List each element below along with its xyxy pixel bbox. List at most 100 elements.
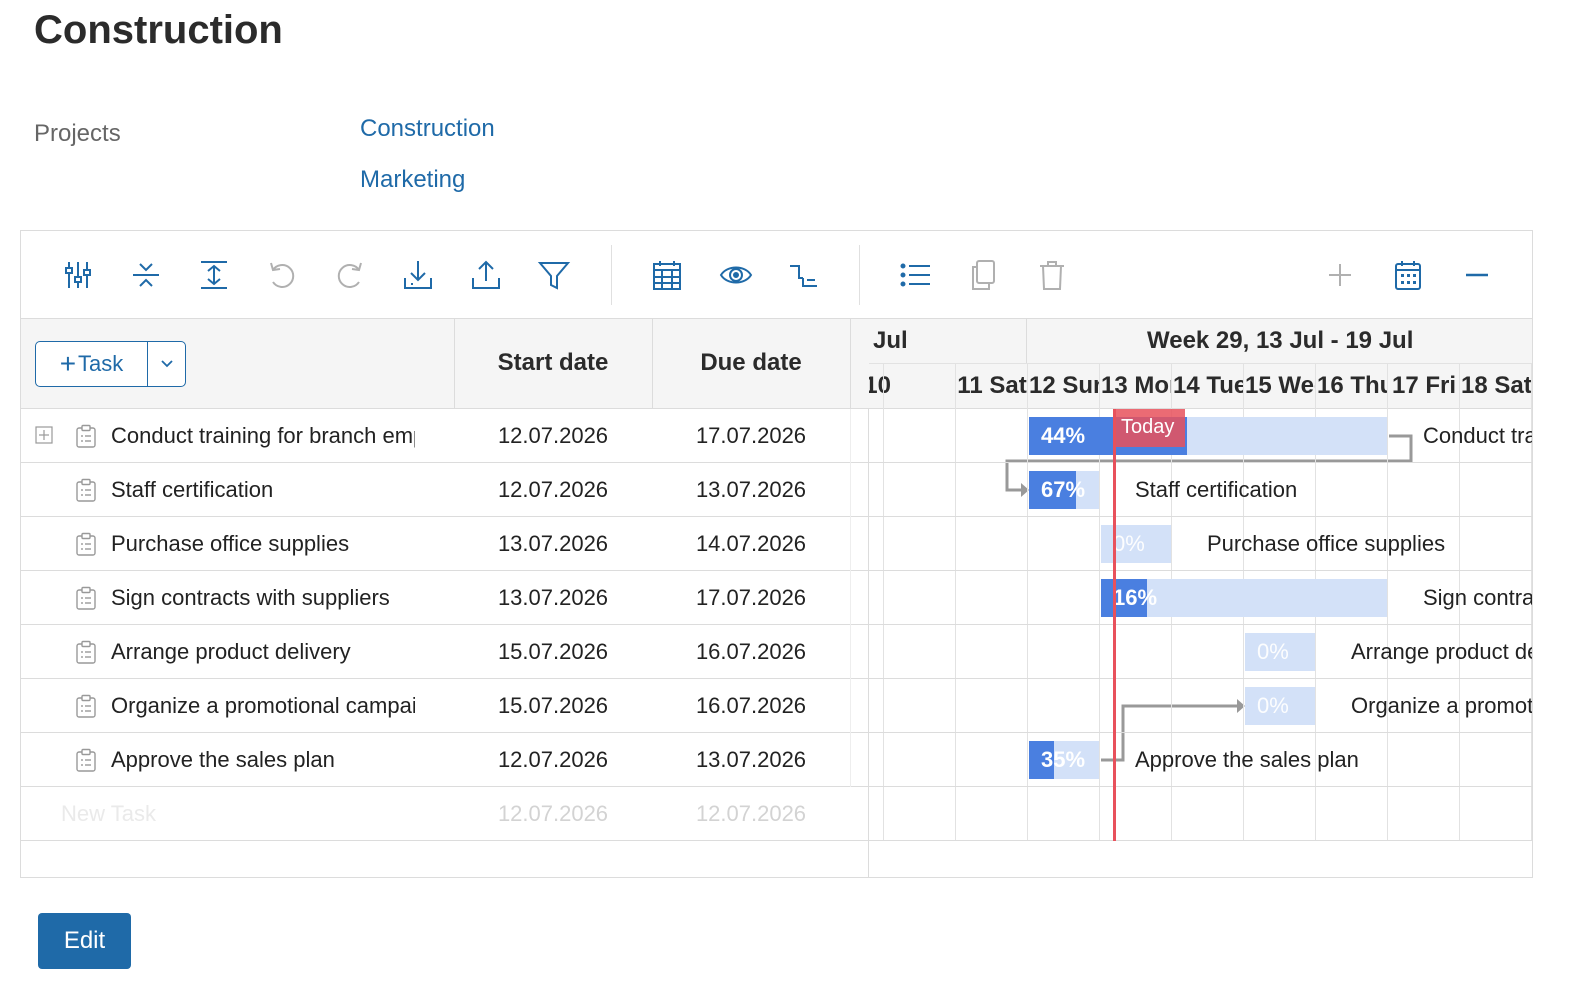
table-row[interactable]: Purchase office supplies 13.07.2026 14.07.…: [21, 517, 869, 571]
task-clipboard-icon: [75, 748, 97, 772]
gantt-toolbar: [21, 231, 1532, 319]
plus-icon: +: [59, 348, 77, 379]
task-clipboard-icon: [75, 640, 97, 664]
new-task-start-date[interactable]: 12.07.2026: [454, 801, 652, 827]
new-task-row[interactable]: New Task 12.07.2026 12.07.2026: [21, 787, 869, 841]
task-start-date[interactable]: 12.07.2026: [454, 477, 652, 503]
gantt-widget: + Task Start date Due date Conduct train…: [20, 230, 1533, 878]
timeline-day-label: 17 Fri: [1391, 372, 1457, 399]
gantt-bar-percent: 44%: [1041, 423, 1086, 448]
task-clipboard-icon: [75, 424, 97, 448]
gantt-bar-label: Purchase office supplies: [1207, 531, 1446, 556]
task-due-date[interactable]: 13.07.2026: [652, 477, 850, 503]
table-row[interactable]: Sign contracts with suppliers 13.07.2026 1…: [21, 571, 869, 625]
filter-icon[interactable]: [532, 253, 576, 297]
today-marker: [1113, 409, 1116, 841]
timeline-day-label: 15 Wed: [1245, 372, 1315, 399]
gantt-bar-percent: 16%: [1113, 585, 1158, 610]
task-start-date[interactable]: 15.07.2026: [454, 693, 652, 719]
today-flag: Today: [1113, 409, 1185, 447]
add-task-main[interactable]: + Task: [36, 342, 148, 386]
chevron-down-icon: [160, 360, 173, 368]
table-row[interactable]: Conduct training for branch employees 12.…: [21, 409, 869, 463]
critical-path-icon[interactable]: [782, 253, 826, 297]
table-row[interactable]: Arrange product delivery 15.07.2026 16.07.…: [21, 625, 869, 679]
task-name[interactable]: Organize a promotional campaign: [111, 693, 415, 719]
export-icon[interactable]: [464, 253, 508, 297]
task-name[interactable]: Purchase office supplies: [111, 531, 415, 557]
page-title: Construction: [34, 8, 283, 52]
timeline-day-label: 18 Sat: [1461, 372, 1531, 399]
add-task-button[interactable]: + Task: [35, 341, 186, 387]
timeline-day-label: 16 Thu: [1317, 372, 1387, 399]
gantt-bar-label: Approve the sales plan: [1135, 747, 1359, 772]
task-clipboard-icon: [75, 586, 97, 610]
calendar-grid-icon[interactable]: [645, 253, 689, 297]
task-clipboard-icon: [75, 478, 97, 502]
task-start-date[interactable]: 13.07.2026: [454, 531, 652, 557]
gantt-bar-label: Sign contracts with suppliers: [1423, 585, 1533, 610]
timeline-day-label: 12 Sun: [1029, 372, 1099, 399]
task-start-date[interactable]: 13.07.2026: [454, 585, 652, 611]
collapse-rows-icon[interactable]: [124, 253, 168, 297]
import-icon[interactable]: [396, 253, 440, 297]
gantt-chart: Jul Week 29, 13 Jul - 19 Jul 10 Fri11 Sa…: [869, 319, 1533, 877]
task-clipboard-icon: [75, 694, 97, 718]
task-due-date[interactable]: 16.07.2026: [652, 639, 850, 665]
expand-rows-icon[interactable]: [192, 253, 236, 297]
expand-icon[interactable]: [35, 426, 53, 444]
gantt-bar-label: Staff certification: [1135, 477, 1298, 502]
task-name[interactable]: Staff certification: [111, 477, 415, 503]
task-start-date[interactable]: 12.07.2026: [454, 423, 652, 449]
timeline-day-label: 10 Fri: [869, 372, 891, 399]
timeline-day-label: 14 Tue: [1173, 372, 1243, 399]
table-row[interactable]: Approve the sales plan 12.07.2026 13.07.20…: [21, 733, 869, 787]
undo-icon[interactable]: [260, 253, 304, 297]
task-name[interactable]: Approve the sales plan: [111, 747, 415, 773]
gantt-bar-label: Conduct training for branch employees: [1423, 423, 1532, 448]
zoom-out-icon[interactable]: [1455, 253, 1499, 297]
project-link-construction[interactable]: Construction: [360, 115, 495, 143]
grid-header: + Task Start date Due date: [21, 319, 869, 409]
task-clipboard-icon: [75, 532, 97, 556]
table-row[interactable]: Staff certification 12.07.2026 13.07.2026: [21, 463, 869, 517]
task-due-date[interactable]: 14.07.2026: [652, 531, 850, 557]
copy-icon[interactable]: [962, 253, 1006, 297]
delete-icon[interactable]: [1030, 253, 1074, 297]
task-grid: + Task Start date Due date Conduct train…: [21, 319, 869, 877]
add-task-label: Task: [78, 351, 124, 376]
list-icon[interactable]: [894, 253, 938, 297]
column-due-date[interactable]: Due date: [652, 349, 850, 377]
task-due-date[interactable]: 13.07.2026: [652, 747, 850, 773]
gantt-bar-label: Organize a promotional campaign: [1351, 693, 1533, 718]
task-due-date[interactable]: 17.07.2026: [652, 423, 850, 449]
settings-sliders-icon[interactable]: [56, 253, 100, 297]
gantt-bar-percent: 0%: [1257, 639, 1289, 664]
table-row[interactable]: Organize a promotional campaign 15.07.202…: [21, 679, 869, 733]
new-task-name[interactable]: New Task: [61, 801, 365, 827]
new-task-due-date[interactable]: 12.07.2026: [652, 801, 850, 827]
gantt-bar-percent: 0%: [1113, 531, 1145, 556]
edit-button[interactable]: Edit: [38, 913, 131, 969]
task-due-date[interactable]: 17.07.2026: [652, 585, 850, 611]
task-name[interactable]: Conduct training for branch employees: [111, 423, 415, 449]
gantt-bar-label: Arrange product delivery: [1351, 639, 1532, 664]
task-start-date[interactable]: 15.07.2026: [454, 639, 652, 665]
view-eye-icon[interactable]: [714, 253, 758, 297]
gantt-bar-percent: 0%: [1257, 693, 1289, 718]
calendar-icon[interactable]: [1386, 253, 1430, 297]
zoom-in-icon[interactable]: [1318, 253, 1362, 297]
add-task-dropdown[interactable]: [148, 342, 185, 386]
task-start-date[interactable]: 12.07.2026: [454, 747, 652, 773]
task-due-date[interactable]: 16.07.2026: [652, 693, 850, 719]
column-start-date[interactable]: Start date: [454, 349, 652, 377]
project-link-marketing[interactable]: Marketing: [360, 166, 465, 194]
redo-icon[interactable]: [328, 253, 372, 297]
task-name[interactable]: Sign contracts with suppliers: [111, 585, 415, 611]
gantt-bar-percent: 35%: [1041, 747, 1086, 772]
projects-label: Projects: [34, 120, 121, 147]
timeline-day-label: 13 Mon: [1101, 372, 1171, 399]
task-name[interactable]: Arrange product delivery: [111, 639, 415, 665]
gantt-bar-percent: 67%: [1041, 477, 1086, 502]
timeline-day-label: 11 Sat: [957, 372, 1027, 399]
